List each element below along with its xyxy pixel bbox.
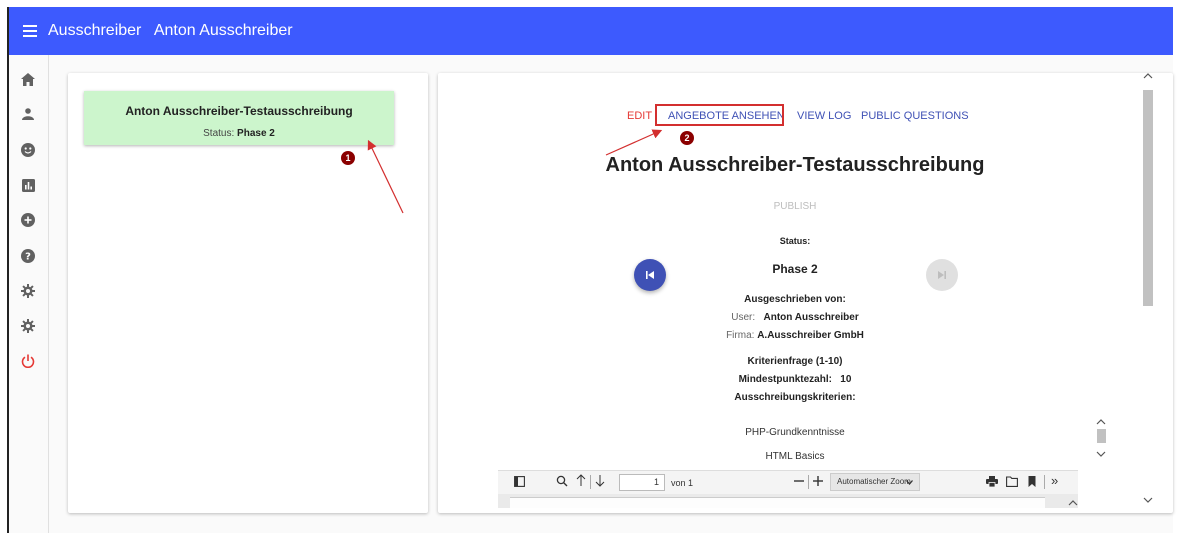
user-row: User: Anton Ausschreiber [680, 312, 910, 323]
firma-value: A.Ausschreiber GmbH [757, 330, 864, 341]
pdf-page [510, 497, 1045, 508]
arrow-down-icon[interactable] [595, 474, 605, 489]
mindestpunktezahl-row: Mindestpunktezahl: 10 [690, 374, 900, 385]
chevron-down-icon [906, 480, 913, 485]
more-tools-icon[interactable]: » [1051, 474, 1058, 487]
skip-previous-icon [646, 271, 654, 279]
pdf-viewer-area [498, 494, 1078, 508]
zoom-in-icon[interactable] [812, 474, 824, 490]
next-phase-button[interactable] [926, 259, 958, 291]
ausgeschrieben-label: Ausgeschrieben von: [744, 294, 846, 305]
page-number-input[interactable]: 1 [619, 474, 665, 491]
criteria-item: PHP-Grundkenntnisse [745, 427, 845, 438]
publish-button[interactable]: PUBLISH [700, 201, 890, 212]
kriterienfrage-label: Kriterienfrage (1-10) [747, 356, 843, 367]
page-count: von 1 [671, 478, 694, 488]
zoom-out-icon[interactable] [793, 474, 805, 490]
annotation-badge-2: 2 [680, 131, 694, 145]
arrow-up-icon[interactable] [576, 474, 586, 489]
bookmark-icon[interactable] [1028, 476, 1036, 489]
zoom-select-value: Automatischer Zoom [837, 477, 911, 486]
search-icon[interactable] [556, 475, 568, 489]
chevron-up-icon[interactable] [1068, 499, 1078, 506]
pdf-viewer-toolbar: 1 von 1 Automatischer Zoom » [498, 470, 1078, 494]
annotation-arrows [367, 129, 663, 214]
criteria-scrollbar[interactable] [1093, 408, 1109, 460]
status-value: Phase 2 [772, 262, 818, 276]
status-label: Status: [779, 236, 811, 246]
zoom-select[interactable]: Automatischer Zoom [830, 473, 920, 491]
tender-title: Anton Ausschreiber-Testausschreibung [605, 154, 985, 176]
open-file-icon[interactable] [1006, 476, 1018, 489]
skip-next-icon [938, 271, 946, 279]
sidebar-toggle-icon[interactable] [514, 476, 525, 489]
ausschreibungskriterien-label: Ausschreibungskriterien: [734, 392, 856, 403]
annotation-badge-1: 1 [341, 151, 355, 165]
mindest-label: Mindestpunktezahl: [738, 374, 832, 385]
print-icon[interactable] [986, 476, 998, 489]
user-label: User: [731, 312, 756, 323]
user-value: Anton Ausschreiber [763, 312, 859, 323]
firma-label: Firma: [726, 330, 755, 341]
mindest-value: 10 [840, 374, 852, 385]
previous-phase-button[interactable] [634, 259, 666, 291]
firma-row: Firma: A.Ausschreiber GmbH [680, 330, 910, 341]
criteria-item: HTML Basics [765, 451, 825, 462]
